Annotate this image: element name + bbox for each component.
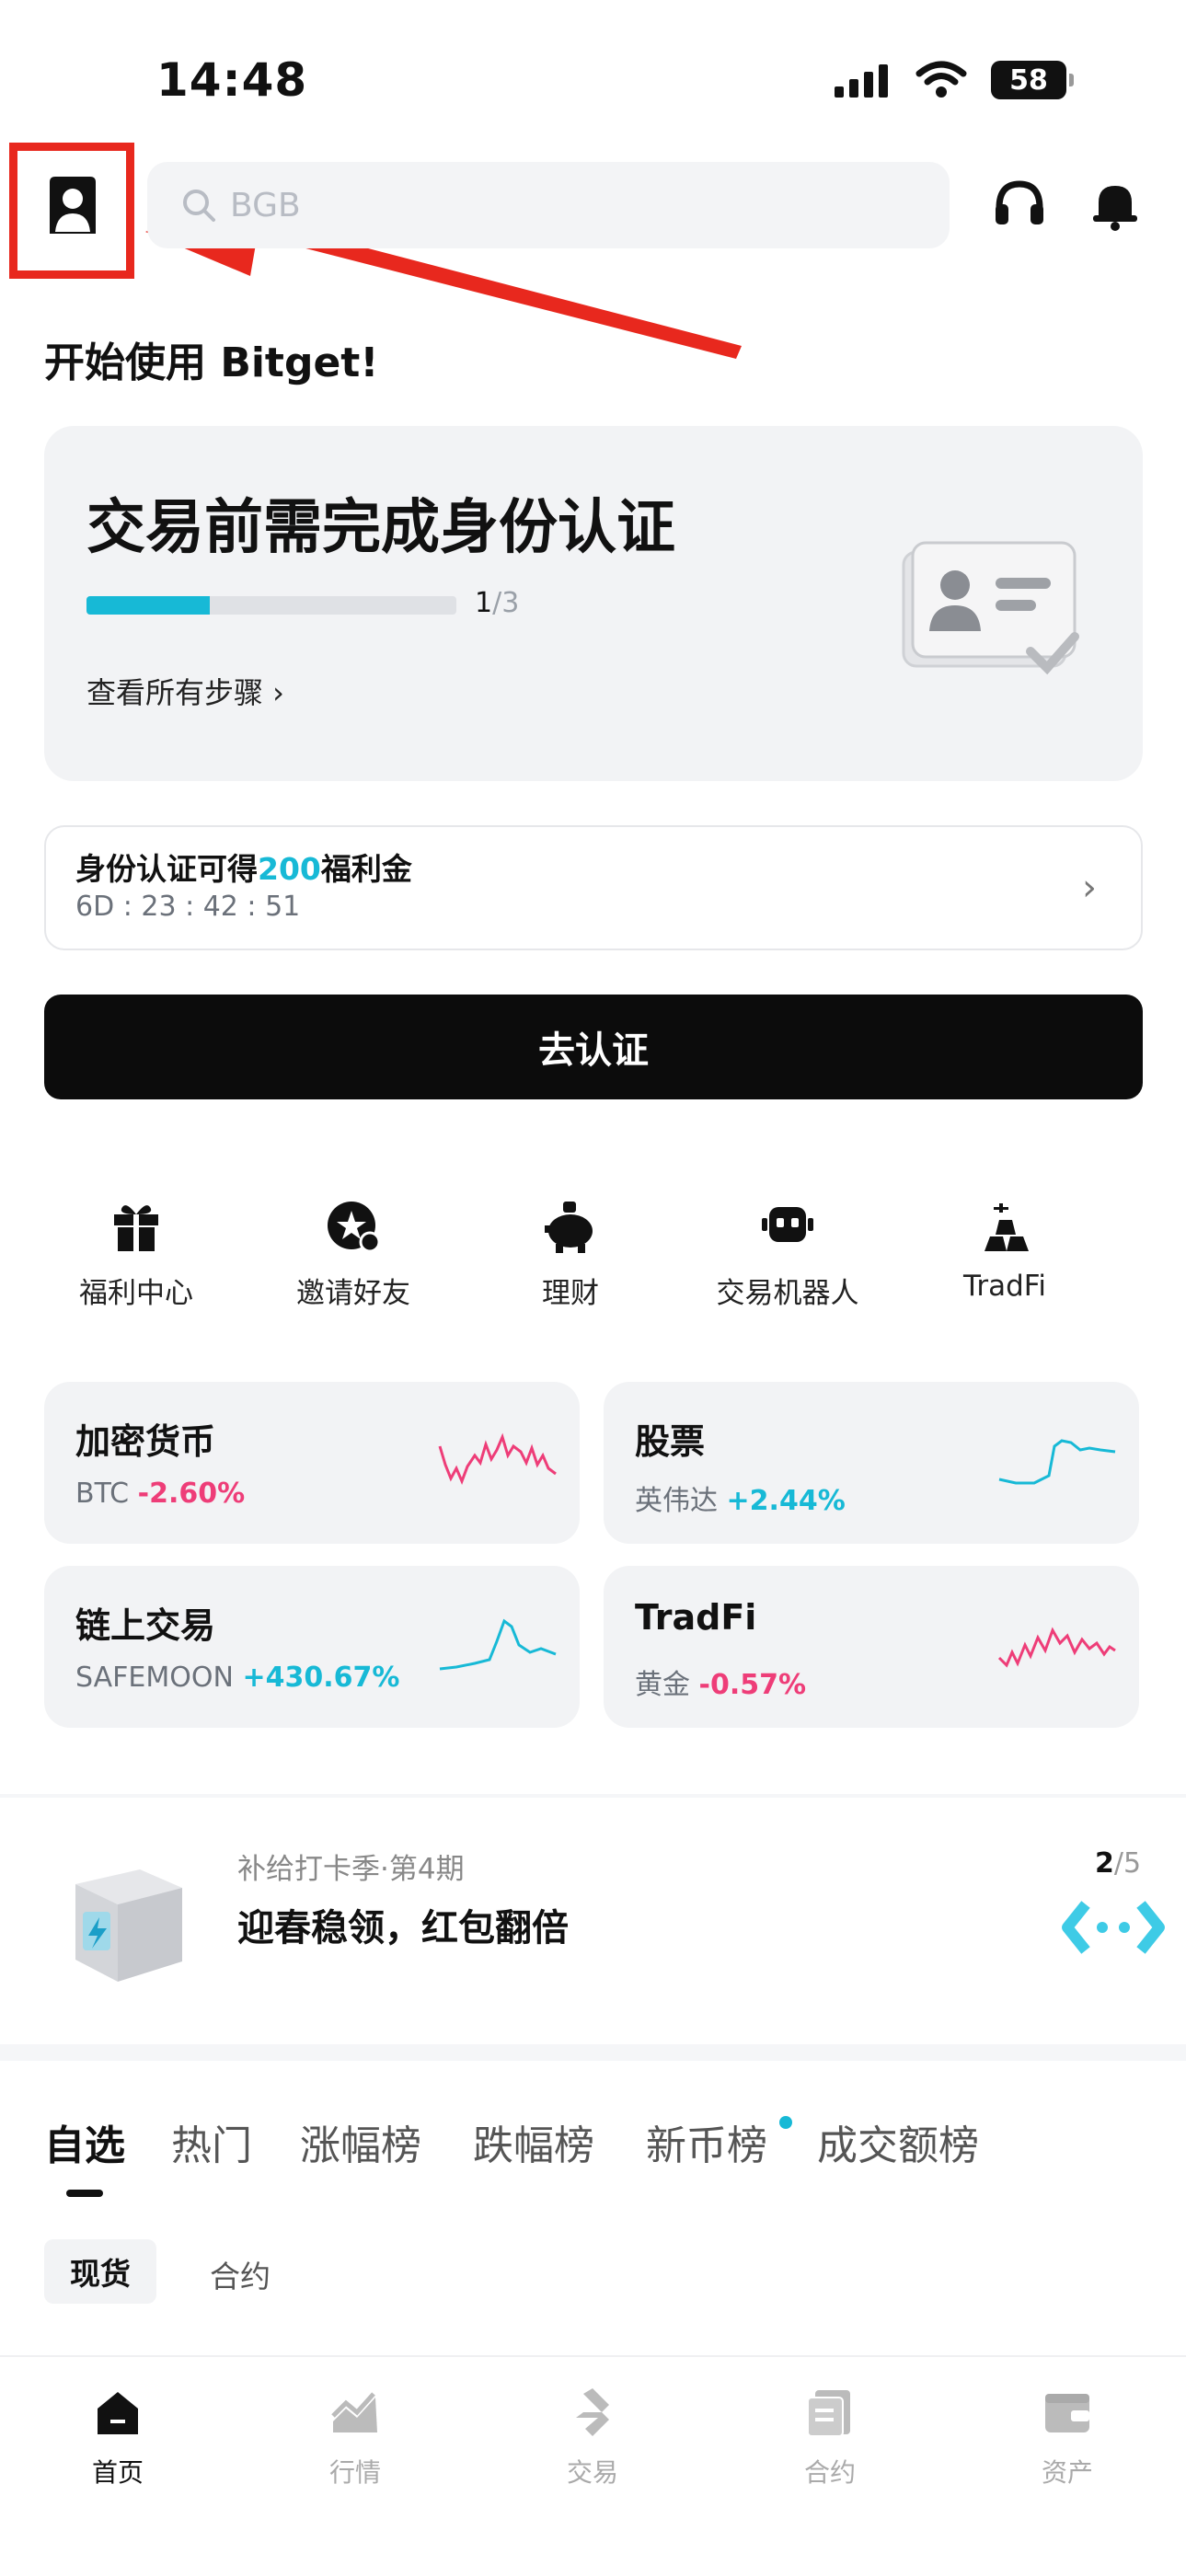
market-card-stocks[interactable]: 股票 英伟达 +2.44%: [604, 1382, 1139, 1544]
sparkline-down: [438, 1432, 557, 1486]
nav-futures[interactable]: 合约: [738, 2385, 922, 2490]
quick-action-bots[interactable]: 交易机器人: [696, 1196, 880, 1311]
tab-losers[interactable]: 跌幅榜: [473, 2112, 594, 2171]
market-card-title: 加密货币: [75, 1421, 216, 1462]
market-change: +430.67%: [242, 1662, 400, 1694]
market-card-asset: 黄金 -0.57%: [635, 1669, 807, 1701]
subtab-spot[interactable]: 现货: [44, 2239, 156, 2304]
quick-action-rewards[interactable]: 福利中心: [44, 1196, 228, 1311]
quick-action-earn[interactable]: 理财: [478, 1196, 662, 1311]
nav-label: 合约: [803, 2457, 856, 2488]
market-card-crypto[interactable]: 加密货币 BTC -2.60%: [44, 1382, 580, 1544]
market-change: +2.44%: [726, 1485, 846, 1517]
tab-hot[interactable]: 热门: [171, 2112, 252, 2171]
verify-card-title: 交易前需完成身份认证: [86, 494, 675, 562]
nav-assets[interactable]: 资产: [975, 2385, 1159, 2490]
market-card-title: 股票: [635, 1421, 706, 1462]
market-change: -0.57%: [698, 1669, 807, 1701]
market-card-asset: SAFEMOON +430.67%: [75, 1662, 400, 1694]
status-icons: 58: [833, 61, 1074, 99]
tab-watchlist[interactable]: 自选: [44, 2112, 125, 2171]
quick-action-tradfi[interactable]: TradFi: [913, 1196, 1097, 1303]
bell-icon[interactable]: [1086, 175, 1145, 234]
reward-amount: 200: [258, 851, 321, 887]
reward-suffix: 福利金: [320, 851, 412, 887]
nav-label: 资产: [1041, 2457, 1093, 2488]
wifi-icon: [915, 61, 967, 98]
welcome-heading: 开始使用 Bitget!: [44, 339, 379, 386]
tab-gainers[interactable]: 涨幅榜: [300, 2112, 421, 2171]
new-indicator-dot: [779, 2116, 792, 2129]
active-tab-indicator: [66, 2190, 103, 2197]
tab-new-listings[interactable]: 新币榜: [646, 2112, 767, 2171]
cellular-signal-icon: [835, 64, 888, 98]
promo-pager: 2/5: [1095, 1847, 1142, 1880]
search-icon: [183, 190, 215, 222]
wallet-icon: [1045, 2394, 1089, 2432]
nav-label: 首页: [91, 2457, 144, 2488]
reward-countdown: 6D : 23 : 42 : 51: [75, 891, 301, 923]
progress-current: 1: [475, 587, 493, 619]
search-input[interactable]: BGB: [147, 162, 950, 248]
quick-action-label: 交易机器人: [716, 1277, 859, 1310]
market-card-onchain[interactable]: 链上交易 SAFEMOON +430.67%: [44, 1566, 580, 1728]
market-card-asset: 英伟达 +2.44%: [635, 1485, 846, 1517]
sparkline-down: [997, 1627, 1116, 1668]
reward-title: 身份认证可得200福利金: [75, 845, 412, 889]
verify-progress-text: 1/3: [475, 587, 519, 619]
quick-action-label: 理财: [542, 1277, 599, 1310]
go-verify-button[interactable]: 去认证: [44, 995, 1143, 1099]
market-card-asset: BTC -2.60%: [75, 1478, 246, 1510]
progress-total: /3: [492, 587, 520, 619]
quick-action-label: 邀请好友: [296, 1277, 410, 1310]
quick-action-invite[interactable]: 邀请好友: [261, 1196, 445, 1311]
gold-bars-icon: [984, 1203, 1029, 1251]
chevron-right-icon: ›: [1082, 867, 1097, 909]
home-icon: [98, 2392, 138, 2434]
divider: [0, 1794, 1186, 1798]
headset-icon[interactable]: [990, 175, 1049, 234]
gift-icon: [114, 1205, 158, 1251]
nav-home[interactable]: 首页: [26, 2385, 210, 2490]
promo-subtitle: 补给打卡季·第4期: [237, 1853, 465, 1886]
piggy-bank-icon: [545, 1202, 593, 1253]
futures-icon: [807, 2390, 850, 2437]
nav-markets[interactable]: 行情: [263, 2385, 447, 2490]
market-change: -2.60%: [137, 1478, 246, 1510]
quick-action-label: 福利中心: [79, 1277, 193, 1310]
reward-prefix: 身份认证可得: [75, 851, 258, 887]
sparkline-up: [439, 1618, 557, 1671]
status-time: 14:48: [156, 53, 308, 107]
nav-trade[interactable]: 交易: [501, 2385, 685, 2490]
verify-progress-fill: [86, 596, 210, 615]
market-card-title: 链上交易: [75, 1605, 216, 1646]
divider: [0, 2044, 1186, 2061]
promo-title[interactable]: 迎春稳领，红包翻倍: [237, 1898, 569, 1951]
subtab-futures[interactable]: 合约: [210, 2252, 271, 2296]
trade-icon: [576, 2388, 609, 2436]
tab-volume[interactable]: 成交额榜: [817, 2112, 979, 2171]
chart-icon: [331, 2392, 377, 2432]
robot-icon: [762, 1207, 813, 1242]
search-placeholder: BGB: [230, 186, 301, 224]
bottom-navigation: 首页 行情 交易 合约 资产: [0, 2355, 1186, 2576]
quick-action-label: TradFi: [963, 1270, 1046, 1303]
bitget-logo-icon: [1062, 1901, 1165, 1954]
battery-indicator: 58: [991, 61, 1074, 99]
supply-box-illustration: [75, 1869, 182, 1982]
user-avatar-icon[interactable]: [42, 175, 103, 236]
nav-label: 行情: [328, 2457, 381, 2488]
nav-label: 交易: [566, 2457, 618, 2488]
market-card-title: TradFi: [635, 1597, 757, 1638]
id-card-illustration: [902, 541, 1079, 675]
market-card-tradfi[interactable]: TradFi 黄金 -0.57%: [604, 1566, 1139, 1728]
invite-icon: [328, 1202, 381, 1253]
sparkline-up: [998, 1439, 1116, 1485]
verify-progress-bar: [86, 596, 456, 615]
view-steps-link[interactable]: 查看所有步骤 ›: [86, 670, 284, 712]
